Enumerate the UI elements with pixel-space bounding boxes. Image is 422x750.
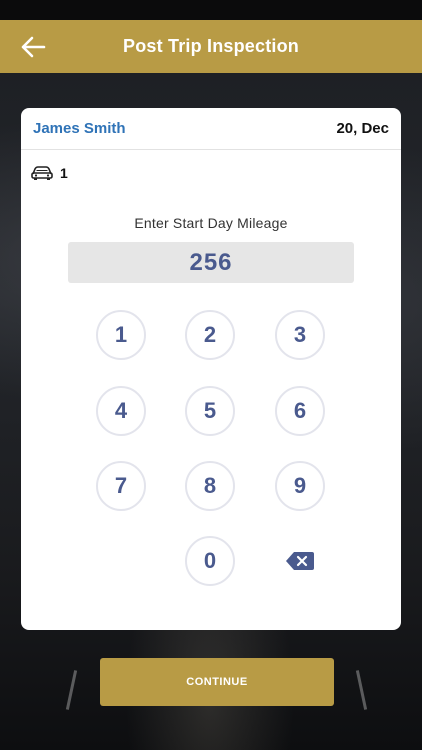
continue-button[interactable]: CONTINUE [100, 658, 334, 706]
car-icon [31, 166, 53, 180]
driver-name: James Smith [33, 120, 126, 137]
card-header: James Smith 20, Dec [21, 108, 401, 150]
arrow-left-icon [21, 36, 46, 58]
app-header: Post Trip Inspection [0, 20, 422, 73]
back-button[interactable] [18, 32, 48, 62]
backspace-icon [286, 552, 314, 570]
key-3[interactable]: 3 [275, 310, 325, 360]
key-4[interactable]: 4 [96, 386, 146, 436]
vehicle-count: 1 [60, 165, 68, 181]
key-9[interactable]: 9 [275, 461, 325, 511]
mileage-display: 256 [68, 242, 354, 283]
mileage-prompt: Enter Start Day Mileage [134, 215, 288, 231]
key-2[interactable]: 2 [185, 310, 235, 360]
key-8[interactable]: 8 [185, 461, 235, 511]
trip-date: 20, Dec [336, 120, 389, 137]
key-0[interactable]: 0 [185, 536, 235, 586]
vehicle-row: 1 [31, 163, 68, 183]
page-title: Post Trip Inspection [122, 36, 300, 56]
key-6[interactable]: 6 [275, 386, 325, 436]
key-5[interactable]: 5 [185, 386, 235, 436]
inspection-card: James Smith 20, Dec 1 Enter Start Day Mi… [21, 108, 401, 630]
backspace-button[interactable] [283, 549, 317, 573]
key-7[interactable]: 7 [96, 461, 146, 511]
status-bar [0, 0, 422, 20]
key-1[interactable]: 1 [96, 310, 146, 360]
